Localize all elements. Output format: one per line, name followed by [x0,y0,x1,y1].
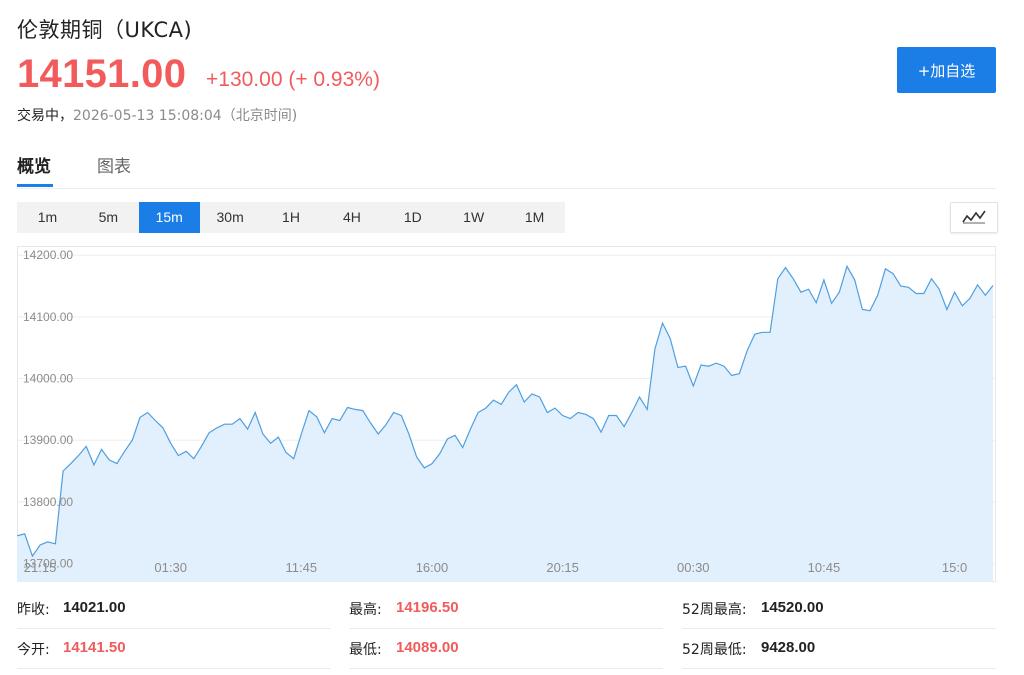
stat-high: 最高: 14196.50 [349,589,663,629]
x-tick-label: 10:45 [808,560,841,575]
period-1mo[interactable]: 1M [504,202,565,233]
stat-label: 52周最高: [682,602,747,618]
period-1h[interactable]: 1H [261,202,322,233]
stat-value: 14089.00 [396,639,459,656]
instrument-title: 伦敦期铜（UKCA) [17,18,193,42]
price-chart: 14200.00 14100.00 14000.00 13900.00 13800.00… [17,246,996,582]
stat-label: 今开: [17,642,50,658]
stat-low: 最低: 14089.00 [349,629,663,669]
status-timestamp: 2026-05-13 15:08:04（北京时间) [73,108,298,124]
tab-chart[interactable]: 图表 [97,152,131,177]
trading-status: 交易中，2026-05-13 15:08:04（北京时间) [17,105,297,125]
x-tick-label: 20:15 [546,560,579,575]
period-1m[interactable]: 1m [17,202,78,233]
stat-value: 14021.00 [63,599,126,616]
period-5m[interactable]: 5m [78,202,139,233]
tab-overview[interactable]: 概览 [17,152,51,177]
stat-label: 昨收: [17,602,50,618]
stat-52w-low: 52周最低: 9428.00 [682,629,996,669]
y-tick-label: 14000.00 [23,372,73,386]
stat-open: 今开: 14141.50 [17,629,331,669]
price-change: +130.00 (+ 0.93%) [206,68,380,91]
period-1w[interactable]: 1W [443,202,504,233]
x-tick-label: 11:45 [286,560,318,575]
line-chart-icon [962,210,986,224]
stat-label: 最高: [349,602,382,618]
stat-52w-high: 52周最高: 14520.00 [682,589,996,629]
period-selector: 1m 5m 15m 30m 1H 4H 1D 1W 1M [17,202,565,233]
stat-label: 最低: [349,642,382,658]
y-tick-label: 14100.00 [23,310,73,324]
stat-value: 14520.00 [761,599,824,616]
x-tick-label: 21:15 [24,560,57,575]
stat-prev-close: 昨收: 14021.00 [17,589,331,629]
stat-label: 52周最低: [682,642,747,658]
x-tick-label: 15:0 [942,560,967,575]
chart-type-toggle[interactable] [950,202,998,233]
period-1d[interactable]: 1D [382,202,443,233]
x-tick-label: 01:30 [154,560,187,575]
period-4h[interactable]: 4H [321,202,382,233]
add-watchlist-button[interactable]: +加自选 [897,47,996,93]
view-tabs: 概览 图表 [17,140,996,189]
active-tab-underline [17,184,53,187]
last-price: 14151.00 [17,52,187,96]
status-label: 交易中， [17,108,73,124]
stat-value: 9428.00 [761,639,816,656]
stat-value: 14196.50 [396,599,459,616]
x-tick-label: 16:00 [416,560,449,575]
y-tick-label: 13900.00 [23,433,73,447]
x-tick-label: 00:30 [677,560,710,575]
stat-value: 14141.50 [63,639,126,656]
period-15m[interactable]: 15m [138,202,200,233]
period-30m[interactable]: 30m [200,202,261,233]
y-tick-label: 14200.00 [23,248,73,262]
y-tick-label: 13800.00 [23,495,73,509]
